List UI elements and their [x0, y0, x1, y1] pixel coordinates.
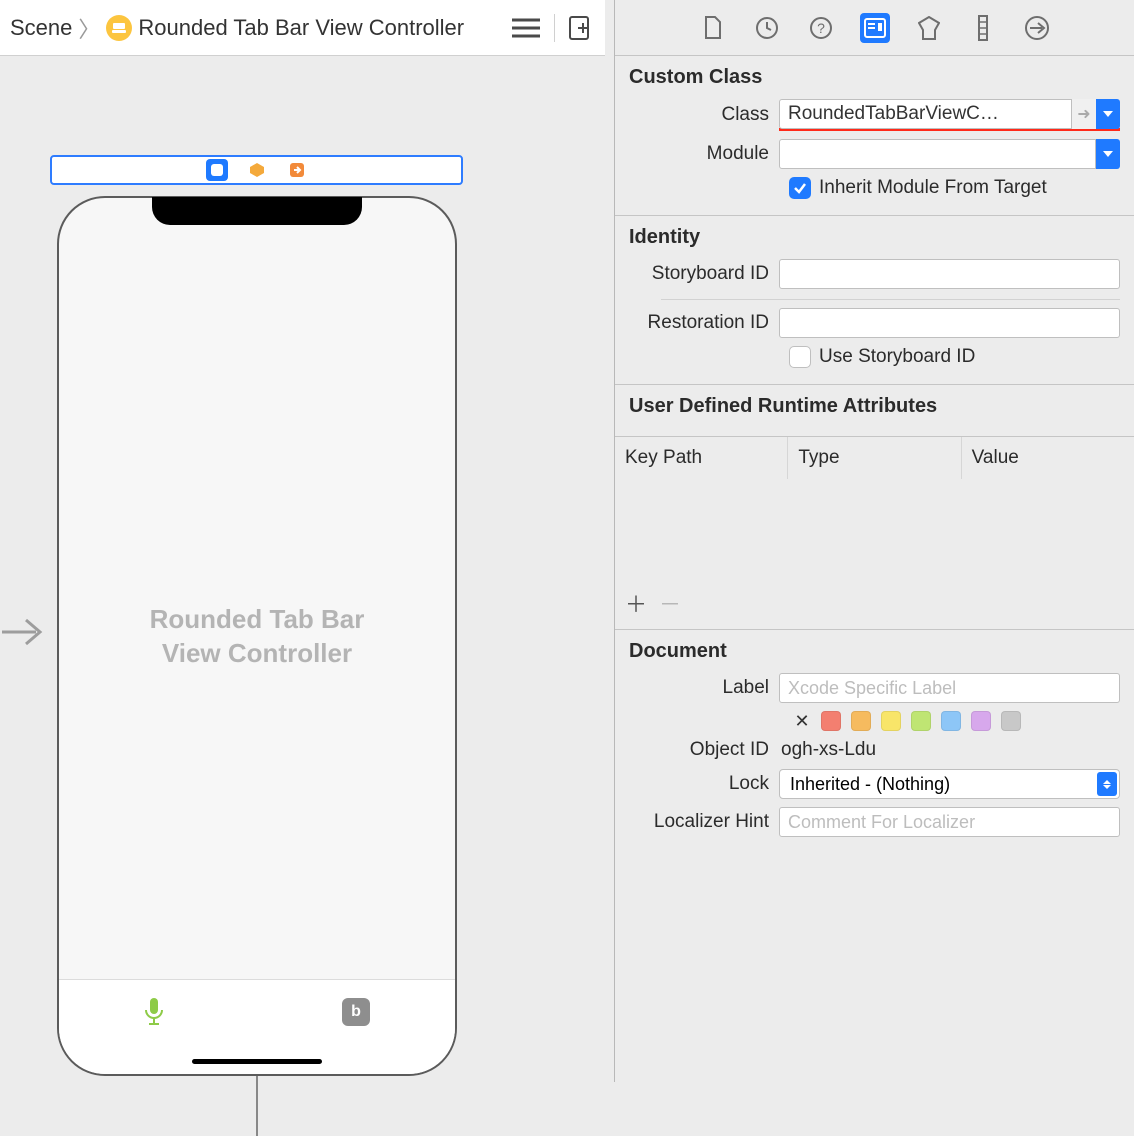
canvas-toolbar: Scene 〉 Rounded Tab Bar View Controller	[0, 0, 605, 56]
identity-section: Identity Storyboard ID Restoration ID Us…	[615, 216, 1134, 385]
viewcontroller-scene-icon[interactable]	[206, 159, 228, 181]
device-preview[interactable]: Rounded Tab Bar View Controller b	[57, 196, 457, 1076]
udra-add-button[interactable]: ＋	[625, 587, 645, 619]
identity-title: Identity	[629, 226, 1120, 249]
udra-table-header: Key Path Type Value	[615, 436, 1134, 479]
identity-divider	[661, 299, 1120, 300]
initial-segue-arrow-icon[interactable]	[2, 616, 44, 653]
chevron-right-icon: 〉	[78, 12, 100, 44]
document-section: Document Label ✕ Object ID ogh-xs-Ldu Lo…	[615, 630, 1134, 861]
udra-col-type[interactable]: Type	[788, 437, 961, 479]
tab-bar[interactable]: b	[59, 979, 455, 1074]
custom-class-section: Custom Class Class ➜ Module	[615, 56, 1134, 216]
document-title: Document	[629, 640, 1120, 663]
udra-col-value[interactable]: Value	[962, 437, 1134, 479]
label-color-green[interactable]	[911, 711, 931, 731]
file-inspector-tab-icon[interactable]	[698, 13, 728, 43]
label-color-orange[interactable]	[851, 711, 871, 731]
udra-section: User Defined Runtime Attributes Key Path…	[615, 385, 1134, 630]
object-id-value: ogh-xs-Ldu	[779, 739, 876, 760]
scene-placeholder-label: Rounded Tab Bar View Controller	[59, 603, 455, 671]
class-label: Class	[629, 104, 779, 126]
label-color-yellow[interactable]	[881, 711, 901, 731]
scene-connector-line	[256, 1076, 258, 1136]
label-color-red[interactable]	[821, 711, 841, 731]
label-color-row: ✕	[793, 711, 1120, 731]
udra-remove-button[interactable]: －	[659, 587, 679, 619]
help-inspector-tab-icon[interactable]: ?	[806, 13, 836, 43]
toolbar-divider	[554, 14, 555, 42]
add-to-canvas-icon[interactable]	[569, 16, 595, 40]
inspector-tab-bar: ?	[615, 0, 1134, 56]
label-color-gray[interactable]	[1001, 711, 1021, 731]
breadcrumb-scene[interactable]: Scene	[10, 15, 72, 41]
scene-header-bar[interactable]	[50, 155, 463, 185]
attributes-inspector-tab-icon[interactable]	[914, 13, 944, 43]
lock-select[interactable]: Inherited - (Nothing)	[779, 769, 1120, 799]
size-inspector-tab-icon[interactable]	[968, 13, 998, 43]
use-storyboard-id-checkbox[interactable]	[789, 346, 811, 368]
localizer-hint-label: Localizer Hint	[629, 811, 779, 833]
microphone-icon[interactable]	[144, 998, 164, 1031]
history-inspector-tab-icon[interactable]	[752, 13, 782, 43]
breadcrumb-item[interactable]: Rounded Tab Bar View Controller	[138, 15, 464, 41]
lock-select-value: Inherited - (Nothing)	[790, 774, 950, 795]
home-indicator	[192, 1059, 322, 1064]
udra-col-keypath[interactable]: Key Path	[615, 437, 788, 479]
class-combobox[interactable]: ➜	[779, 99, 1120, 129]
device-notch	[152, 197, 362, 225]
inspector-panel: ? Custom Class Class ➜	[614, 0, 1134, 1082]
restoration-id-label: Restoration ID	[629, 312, 779, 334]
module-label: Module	[629, 143, 779, 165]
label-color-clear-icon[interactable]: ✕	[793, 712, 811, 730]
localizer-hint-field[interactable]	[779, 807, 1120, 837]
label-color-blue[interactable]	[941, 711, 961, 731]
inherit-module-label: Inherit Module From Target	[819, 177, 1047, 199]
module-combobox[interactable]	[779, 139, 1120, 169]
lock-select-arrow-icon	[1097, 772, 1117, 796]
doc-label-label: Label	[629, 677, 779, 699]
restoration-id-field[interactable]	[779, 308, 1120, 338]
exit-icon[interactable]	[286, 159, 308, 181]
udra-table-body[interactable]	[615, 479, 1134, 579]
viewcontroller-icon	[106, 15, 132, 41]
inherit-module-checkbox[interactable]	[789, 177, 811, 199]
connections-inspector-tab-icon[interactable]	[1022, 13, 1052, 43]
class-field[interactable]	[779, 99, 1072, 129]
identity-inspector-tab-icon[interactable]	[860, 13, 890, 43]
first-responder-icon[interactable]	[246, 159, 268, 181]
module-dropdown-arrow-icon[interactable]	[1096, 139, 1120, 169]
module-field[interactable]	[779, 139, 1096, 169]
custom-class-title: Custom Class	[629, 66, 1120, 89]
udra-title: User Defined Runtime Attributes	[615, 395, 1134, 426]
use-storyboard-id-label: Use Storyboard ID	[819, 346, 975, 368]
class-navigate-arrow-icon[interactable]: ➜	[1072, 99, 1096, 129]
storyboard-id-label: Storyboard ID	[629, 263, 779, 285]
label-color-purple[interactable]	[971, 711, 991, 731]
class-dropdown-arrow-icon[interactable]	[1096, 99, 1120, 129]
tab-item-b-icon[interactable]: b	[342, 998, 370, 1026]
outline-toggle-icon[interactable]	[512, 17, 540, 39]
storyboard-id-field[interactable]	[779, 259, 1120, 289]
doc-label-field[interactable]	[779, 673, 1120, 703]
object-id-label: Object ID	[629, 739, 779, 761]
svg-text:?: ?	[817, 20, 825, 36]
storyboard-canvas[interactable]: Rounded Tab Bar View Controller b	[0, 56, 605, 1082]
breadcrumb[interactable]: Scene 〉 Rounded Tab Bar View Controller	[10, 12, 464, 44]
lock-label: Lock	[629, 773, 779, 795]
